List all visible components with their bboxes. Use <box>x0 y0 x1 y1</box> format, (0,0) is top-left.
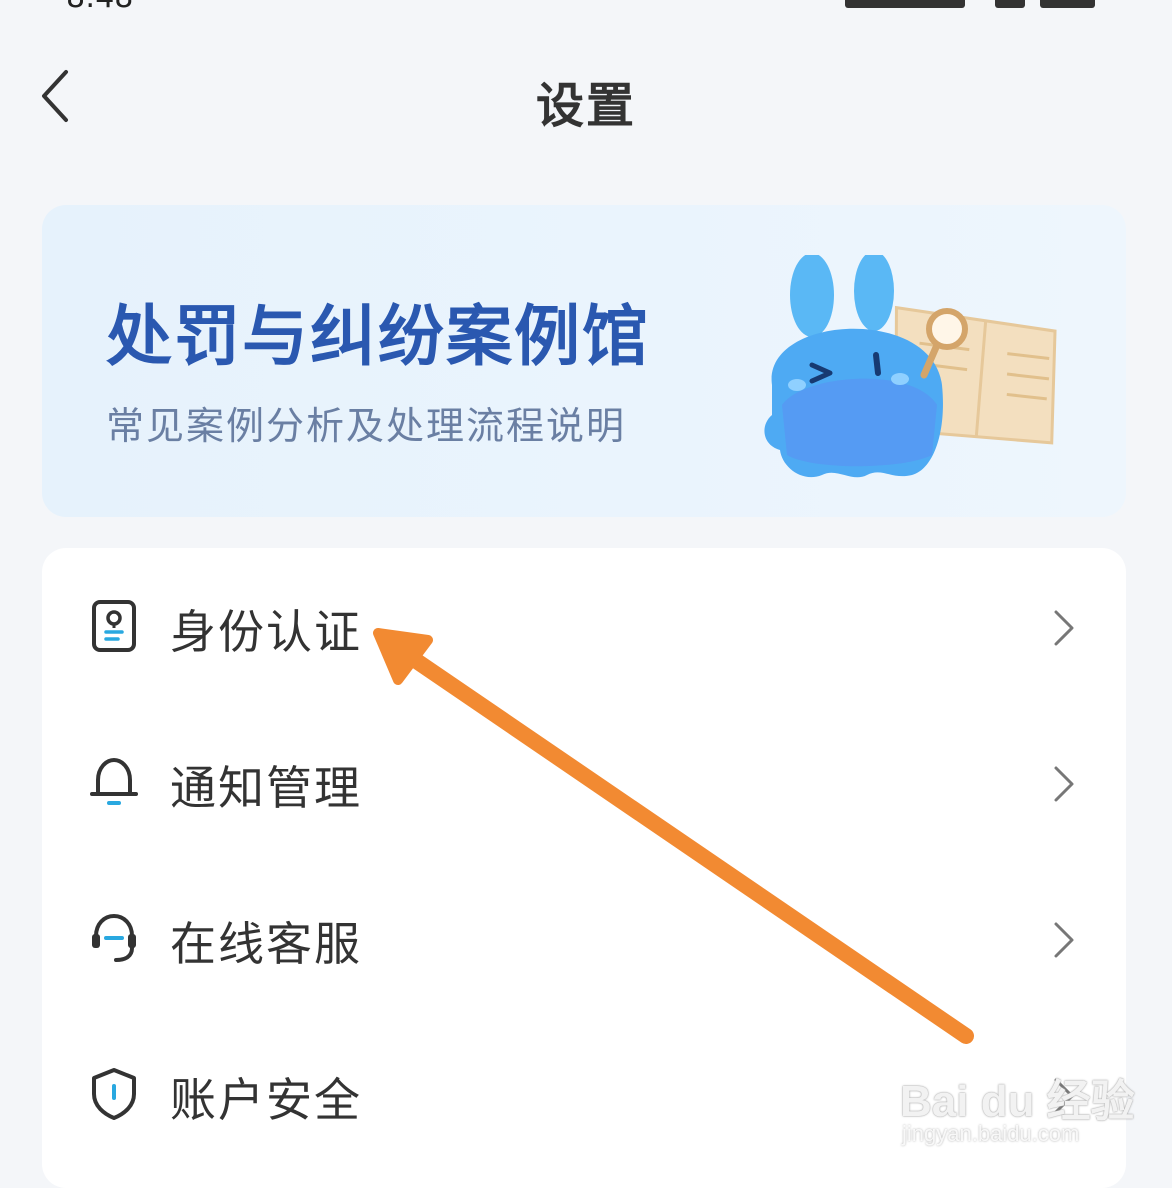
chevron-right-icon <box>1054 1078 1074 1114</box>
header: 设置 <box>0 40 1172 150</box>
menu-item-identity[interactable]: 身份认证 <box>42 548 1126 704</box>
status-bar: 8:48 <box>0 0 1172 15</box>
banner-subtitle: 常见案例分析及处理流程说明 <box>106 404 627 448</box>
signal-icon <box>845 0 965 8</box>
shield-icon <box>92 1068 136 1120</box>
menu-item-label: 在线客服 <box>170 917 362 971</box>
banner-title: 处罚与纠纷案例馆 <box>106 298 650 375</box>
settings-menu: 身份认证 通知管理 在线客服 账户安全 <box>42 548 1126 1188</box>
wifi-icon <box>995 0 1025 8</box>
menu-item-label: 身份认证 <box>170 605 362 659</box>
battery-icon <box>1040 0 1095 8</box>
menu-item-customer-service[interactable]: 在线客服 <box>42 860 1126 1016</box>
chevron-right-icon <box>1054 766 1074 802</box>
chevron-right-icon <box>1054 922 1074 958</box>
headset-icon <box>92 913 136 962</box>
menu-item-account-security[interactable]: 账户安全 <box>42 1016 1126 1172</box>
menu-item-label: 账户安全 <box>170 1073 362 1127</box>
chevron-right-icon <box>1054 610 1074 646</box>
status-time: 8:48 <box>66 0 133 15</box>
rabbit-mascot-icon <box>764 255 1057 478</box>
menu-item-notifications[interactable]: 通知管理 <box>42 704 1126 860</box>
bell-icon <box>90 758 138 805</box>
id-card-icon <box>92 600 136 652</box>
page-title: 设置 <box>535 78 636 134</box>
menu-item-label: 通知管理 <box>170 761 362 815</box>
case-library-banner[interactable]: 处罚与纠纷案例馆 常见案例分析及处理流程说明 <box>42 205 1126 517</box>
